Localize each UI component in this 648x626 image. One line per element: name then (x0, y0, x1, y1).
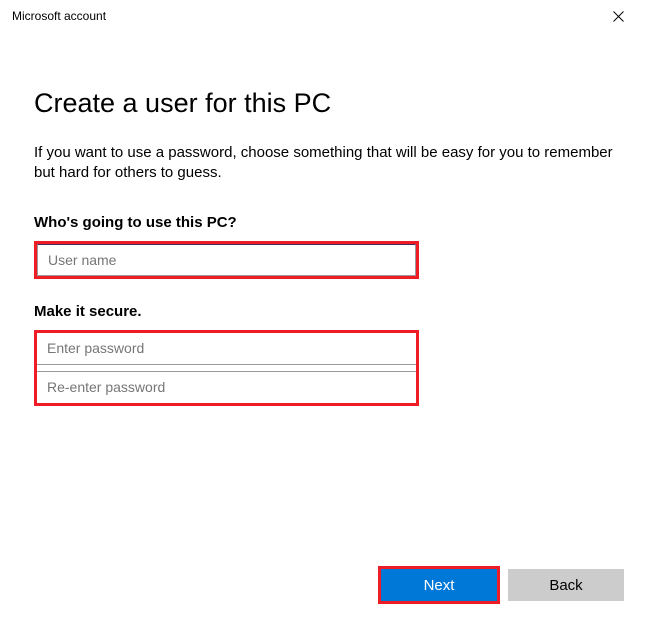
footer-buttons: Next Back (378, 566, 624, 604)
username-highlight (34, 241, 419, 279)
page-description: If you want to use a password, choose so… (34, 143, 614, 184)
titlebar: Microsoft account (0, 0, 648, 32)
next-button-highlight: Next (378, 566, 500, 604)
close-icon (613, 11, 624, 22)
next-button[interactable]: Next (381, 569, 497, 601)
close-button[interactable] (600, 2, 636, 30)
username-section-label: Who's going to use this PC? (34, 214, 614, 231)
window-title: Microsoft account (12, 9, 106, 23)
main-content: Create a user for this PC If you want to… (0, 32, 648, 406)
password-input[interactable] (37, 333, 416, 365)
page-heading: Create a user for this PC (34, 88, 614, 119)
password-highlight (34, 330, 419, 406)
username-input[interactable] (37, 244, 416, 276)
reenter-password-input[interactable] (37, 371, 416, 403)
back-button[interactable]: Back (508, 569, 624, 601)
password-section-label: Make it secure. (34, 303, 614, 320)
